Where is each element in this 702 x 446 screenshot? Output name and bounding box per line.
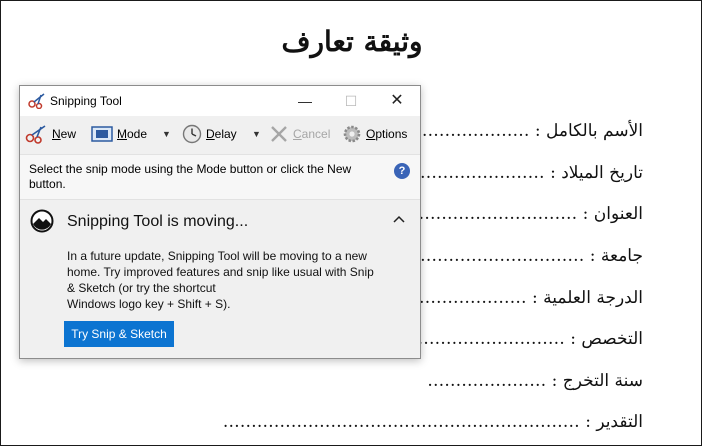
options-button[interactable]: Options [342, 123, 407, 145]
new-label: New [52, 127, 77, 141]
title-bar[interactable]: Snipping Tool — ☐ ✕ [20, 86, 420, 116]
snipping-tool-app-icon [28, 93, 45, 109]
delay-button[interactable]: Delay [182, 123, 237, 145]
cancel-label: Cancel [293, 127, 331, 141]
window-title: Snipping Tool [50, 94, 122, 108]
new-button[interactable]: New [24, 123, 76, 145]
notice-line: Windows logo key + Shift + S). [67, 297, 231, 311]
notice-body: In a future update, Snipping Tool will b… [67, 248, 387, 312]
field-dots: ……………………………………………………… [222, 412, 580, 432]
field-grade: التقدير : ……………………………………………………… [223, 412, 643, 432]
try-snip-sketch-button[interactable]: Try Snip & Sketch [64, 321, 174, 347]
notice-line: & Sketch (or try the shortcut [67, 281, 216, 295]
snipping-tool-window: Snipping Tool — ☐ ✕ New Mode ▼ Delay ▼ C… [19, 85, 421, 359]
delay-dropdown-arrow[interactable]: ▼ [252, 123, 261, 145]
cancel-button[interactable]: Cancel [269, 123, 330, 145]
field-label: التخصص : [570, 329, 643, 349]
field-label: تاريخ الميلاد : [550, 163, 643, 183]
mode-button[interactable]: Mode [91, 123, 147, 145]
help-icon[interactable]: ? [394, 163, 410, 179]
instruction-text: Select the snip mode using the Mode butt… [29, 162, 352, 191]
snip-sketch-icon [30, 209, 54, 233]
field-label: الدرجة العلمية : [532, 288, 643, 308]
instruction-bar: Select the snip mode using the Mode butt… [20, 154, 420, 200]
field-label: سنة التخرج : [551, 371, 643, 391]
field-label: جامعة : [589, 246, 643, 266]
mode-dropdown-arrow[interactable]: ▼ [162, 123, 171, 145]
delay-label: Delay [206, 127, 237, 141]
moving-notice-header[interactable]: Snipping Tool is moving... [20, 204, 420, 236]
notice-title: Snipping Tool is moving... [67, 213, 249, 230]
maximize-button[interactable]: ☐ [328, 86, 374, 116]
notice-line: In a future update, Snipping Tool will b… [67, 249, 367, 263]
field-label: الأسم بالكامل : [534, 121, 643, 141]
options-label: Options [366, 127, 408, 141]
scissors-icon [25, 125, 46, 144]
field-dots: ………………… [427, 371, 547, 391]
field-label: العنوان : [582, 204, 643, 224]
clock-icon [182, 124, 202, 144]
notice-line: home. Try improved features and snip lik… [67, 265, 374, 279]
mode-label: Mode [117, 127, 148, 141]
field-label: التقدير : [585, 412, 643, 432]
document-title: وثيقة تعارف [281, 25, 423, 58]
toolbar: New Mode ▼ Delay ▼ Cancel Options [20, 117, 420, 151]
chevron-up-icon[interactable] [392, 212, 406, 226]
x-icon [271, 126, 287, 142]
field-graduation-year: سنة التخرج : ………………… [427, 371, 643, 391]
minimize-button[interactable]: — [282, 86, 328, 116]
rectangle-snip-icon [91, 126, 113, 142]
gear-icon [343, 125, 361, 143]
close-button[interactable]: ✕ [374, 86, 420, 116]
